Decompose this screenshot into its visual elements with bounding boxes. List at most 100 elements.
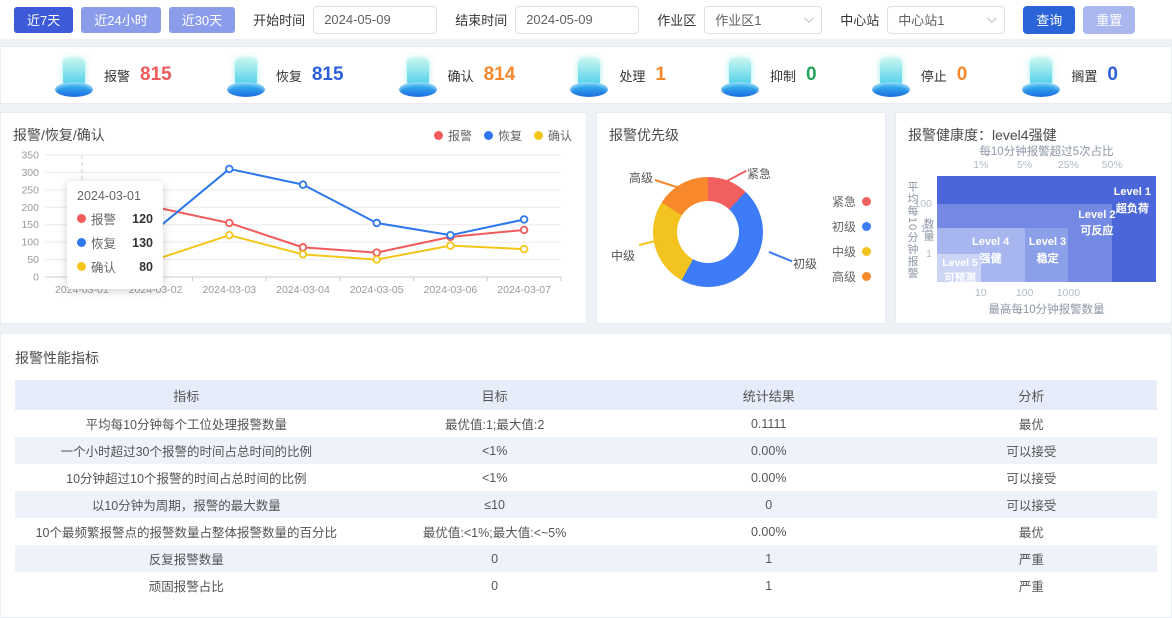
hologram-icon	[54, 52, 94, 98]
table-cell: <1%	[358, 437, 632, 464]
priority-donut-chart[interactable]	[653, 177, 763, 287]
line-chart[interactable]: 0501001502002503003502024-03-012024-03-0…	[7, 147, 567, 309]
quick-range-button[interactable]: 近24小时	[81, 7, 160, 33]
legend-item[interactable]: 高级	[832, 268, 871, 285]
table-cell: 最优值:<1%;最大值:<~5%	[358, 518, 632, 545]
svg-text:50: 50	[27, 254, 39, 266]
legend-item[interactable]: 确认	[534, 127, 572, 144]
svg-text:2024-03-05: 2024-03-05	[350, 284, 404, 296]
stat-value: 1	[655, 64, 666, 86]
axis-tick: 100	[914, 198, 932, 210]
svg-text:200: 200	[21, 202, 39, 214]
svg-text:350: 350	[21, 150, 39, 162]
table-cell: 10分钟超过10个报警的时间占总时间的比例	[15, 464, 358, 491]
table-cell: 可以接受	[906, 491, 1157, 518]
reset-button[interactable]: 重置	[1083, 6, 1135, 34]
svg-text:100: 100	[21, 237, 39, 249]
priority-legend: 紧急初级中级高级	[832, 193, 871, 285]
svg-text:0: 0	[33, 272, 39, 284]
table-cell: ≤10	[358, 491, 632, 518]
table-row[interactable]: 平均每10分钟每个工位处理报警数量最优值:1;最大值:20.1111最优	[15, 410, 1157, 437]
table-row[interactable]: 顽固报警占比01严重	[15, 572, 1157, 599]
center-station-label: 中心站	[840, 10, 879, 29]
table-cell: 可以接受	[906, 437, 1157, 464]
table-cell: 最优值:1;最大值:2	[358, 410, 632, 437]
table-row[interactable]: 10个最频繁报警点的报警数量占整体报警数量的百分比最优值:<1%;最大值:<~5…	[15, 518, 1157, 545]
stat-item: 恢复815	[226, 52, 344, 98]
stat-item: 停止0	[871, 52, 968, 98]
line-chart-legend: 报警恢复确认	[434, 127, 572, 144]
work-area-select[interactable]: 作业区1	[704, 6, 822, 34]
stat-label: 搁置	[1071, 66, 1097, 85]
start-time-label: 开始时间	[253, 10, 305, 29]
stat-value: 814	[484, 64, 516, 86]
performance-table: 指标目标统计结果分析 平均每10分钟每个工位处理报警数量最优值:1;最大值:20…	[15, 380, 1157, 599]
hologram-icon	[1021, 52, 1061, 98]
svg-text:150: 150	[21, 219, 39, 231]
health-bottom-axis-label: 最高每10分钟报警数量	[937, 301, 1156, 317]
table-row[interactable]: 反复报警数量01严重	[15, 545, 1157, 572]
table-cell: 0.00%	[632, 518, 906, 545]
table-cell: 最优	[906, 518, 1157, 545]
start-time-input[interactable]	[313, 6, 437, 34]
stat-value: 0	[957, 64, 968, 86]
quick-range-button[interactable]: 近7天	[14, 7, 73, 33]
performance-table-card: 报警性能指标 指标目标统计结果分析 平均每10分钟每个工位处理报警数量最优值:1…	[0, 333, 1172, 618]
health-level-map[interactable]: Level 1超负荷 Level 2可反应 Level 3稳定 Level 4强…	[937, 176, 1156, 282]
alarm-stats-bar: 报警815恢复815确认814处理1抑制0停止0搁置0	[0, 46, 1172, 104]
legend-item[interactable]: 恢复	[484, 127, 522, 144]
axis-tick: 50%	[1102, 159, 1123, 171]
svg-text:2024-03-07: 2024-03-07	[497, 284, 551, 296]
end-time-input[interactable]	[515, 6, 639, 34]
stat-item: 报警815	[54, 52, 172, 98]
query-button[interactable]: 查询	[1023, 6, 1075, 34]
table-cell: 可以接受	[906, 464, 1157, 491]
table-cell: 严重	[906, 545, 1157, 572]
table-cell: 一个小时超过30个报警的时间占总时间的比例	[15, 437, 358, 464]
table-cell: <1%	[358, 464, 632, 491]
legend-item[interactable]: 报警	[434, 127, 472, 144]
end-time-label: 结束时间	[455, 10, 507, 29]
axis-tick: 25%	[1058, 159, 1079, 171]
svg-text:2024-03-03: 2024-03-03	[202, 284, 256, 296]
table-cell: 最优	[906, 410, 1157, 437]
level2-label: Level 2可反应	[1060, 207, 1134, 240]
svg-text:2024-03-01: 2024-03-01	[55, 284, 109, 296]
legend-item[interactable]: 初级	[832, 218, 871, 235]
stat-label: 处理	[619, 66, 645, 85]
center-station-select[interactable]: 中心站1	[887, 6, 1005, 34]
hologram-icon	[569, 52, 609, 98]
table-cell: 严重	[906, 572, 1157, 599]
table-cell: 顽固报警占比	[15, 572, 358, 599]
stat-label: 确认	[448, 66, 474, 85]
table-row[interactable]: 10分钟超过10个报警的时间占总时间的比例<1%0.00%可以接受	[15, 464, 1157, 491]
stat-label: 抑制	[770, 66, 796, 85]
table-cell: 10个最频繁报警点的报警数量占整体报警数量的百分比	[15, 518, 358, 545]
table-row[interactable]: 以10分钟为周期，报警的最大数量≤100可以接受	[15, 491, 1157, 518]
slice-label: 中级	[611, 247, 635, 264]
center-station-value: 中心站1	[898, 10, 944, 29]
svg-text:300: 300	[21, 167, 39, 179]
level5-label: Level 5可预测	[939, 256, 981, 288]
table-cell: 0.1111	[632, 410, 906, 437]
table-cell: 1	[632, 572, 906, 599]
slice-label: 紧急	[747, 165, 771, 182]
table-cell: 0	[632, 491, 906, 518]
legend-item[interactable]: 中级	[832, 243, 871, 260]
table-cell: 反复报警数量	[15, 545, 358, 572]
stat-value: 0	[1107, 64, 1118, 86]
work-area-label: 作业区	[657, 10, 696, 29]
table-row[interactable]: 一个小时超过30个报警的时间占总时间的比例<1%0.00%可以接受	[15, 437, 1157, 464]
priority-chart-card: 报警优先级 紧急初级中级高级 紧急初级中级高级	[596, 112, 886, 324]
svg-text:2024-03-04: 2024-03-04	[276, 284, 330, 296]
stat-item: 确认 814	[398, 52, 516, 98]
filter-toolbar: 近7天近24小时近30天 开始时间 结束时间 作业区 作业区1 中心站 中心站1…	[0, 0, 1172, 40]
axis-tick: 1	[926, 248, 932, 260]
hologram-icon	[226, 52, 266, 98]
legend-item[interactable]: 紧急	[832, 193, 871, 210]
svg-text:2024-03-02: 2024-03-02	[129, 284, 183, 296]
axis-tick: 1000	[1057, 287, 1080, 299]
quick-range-button[interactable]: 近30天	[169, 7, 235, 33]
table-cell: 0	[358, 572, 632, 599]
axis-tick: 5%	[1017, 159, 1032, 171]
